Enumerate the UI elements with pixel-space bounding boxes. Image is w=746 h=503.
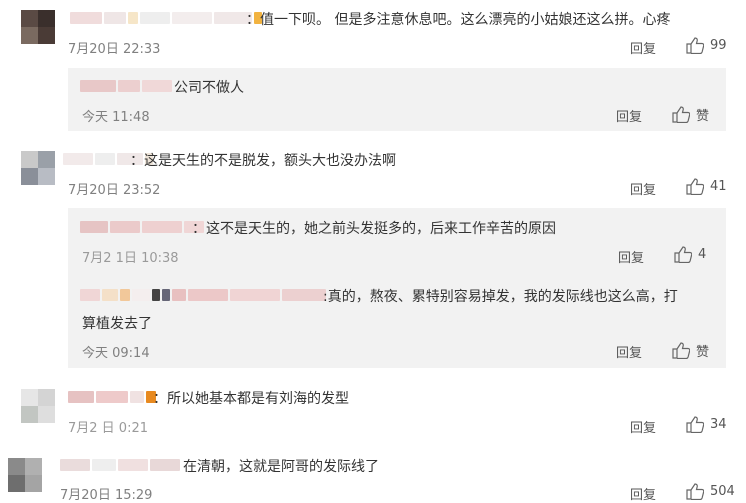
comment-time: 7月2 日 0:21 xyxy=(68,421,148,436)
reply-text: ：这不是天生的，她之前头发挺多的，后来工作辛苦的原因 xyxy=(192,221,556,237)
comment-time: 7月20日 22:33 xyxy=(68,42,161,57)
reply-text: 公司不做人 xyxy=(174,80,244,96)
username-blurred[interactable] xyxy=(80,220,204,234)
username-blurred[interactable] xyxy=(80,288,326,302)
like-count: 赞 xyxy=(696,345,710,360)
thumbs-up-icon xyxy=(686,483,704,500)
reply-button[interactable]: 回复 xyxy=(618,247,644,266)
avatar[interactable] xyxy=(21,10,55,44)
like-count: 41 xyxy=(710,179,727,194)
thumbs-up-icon xyxy=(686,37,704,54)
like-button[interactable]: 99 xyxy=(686,37,727,54)
reply-button[interactable]: 回复 xyxy=(630,179,656,198)
reply-box: ：这不是天生的，她之前头发挺多的，后来工作辛苦的原因 7月2 1日 10:38 … xyxy=(68,208,726,368)
avatar[interactable] xyxy=(21,389,55,423)
reply-button[interactable]: 回复 xyxy=(630,417,656,436)
like-count: 99 xyxy=(710,38,727,53)
comment-time: 7月20日 23:52 xyxy=(68,183,161,198)
avatar[interactable] xyxy=(8,458,42,492)
like-count: 4 xyxy=(698,247,707,262)
comment-time: 7月20日 15:29 xyxy=(60,488,153,503)
like-count: 504 xyxy=(710,484,735,499)
comment-text: ：这是天生的不是脱发，额头大也没办法啊 xyxy=(130,153,396,169)
thumbs-up-icon xyxy=(686,416,704,433)
reply-button[interactable]: 回复 xyxy=(630,484,656,503)
username-blurred[interactable] xyxy=(80,79,172,93)
like-button[interactable]: 4 xyxy=(674,246,706,263)
reply-text-line2: 算植发去了 xyxy=(82,316,152,332)
username-blurred[interactable] xyxy=(68,390,156,404)
like-button[interactable]: 41 xyxy=(686,178,727,195)
reply-text-line1: :真的，熬夜、累特别容易掉发，我的发际线也这么高，打 xyxy=(323,289,678,305)
reply-button[interactable]: 回复 xyxy=(630,38,656,57)
reply-time: 今天 09:14 xyxy=(82,346,150,361)
avatar[interactable] xyxy=(21,151,55,185)
like-button[interactable]: 赞 xyxy=(672,341,709,360)
like-button[interactable]: 34 xyxy=(686,416,727,433)
like-count: 赞 xyxy=(696,109,710,124)
reply-button[interactable]: 回复 xyxy=(616,106,642,125)
like-count: 34 xyxy=(710,417,727,432)
like-button[interactable]: 504 xyxy=(686,483,735,500)
comment-text: 在清朝，这就是阿哥的发际线了 xyxy=(183,459,379,475)
reply-button[interactable]: 回复 xyxy=(616,342,642,361)
reply-box: 公司不做人 今天 11:48 回复 赞 xyxy=(68,68,726,131)
reply-time: 今天 11:48 xyxy=(82,110,150,125)
comment-text: ：所以她基本都是有刘海的发型 xyxy=(153,391,349,407)
thumbs-up-icon xyxy=(672,106,690,123)
comment-text: ：值一下呗。 但是多注意休息吧。这么漂亮的小姑娘还这么拼。心疼 xyxy=(246,12,671,28)
username-blurred[interactable] xyxy=(70,11,262,25)
like-button[interactable]: 赞 xyxy=(672,105,709,124)
reply-time: 7月2 1日 10:38 xyxy=(82,251,179,266)
thumbs-up-icon xyxy=(674,246,692,263)
username-blurred[interactable] xyxy=(60,458,180,472)
thumbs-up-icon xyxy=(686,178,704,195)
thumbs-up-icon xyxy=(672,342,690,359)
